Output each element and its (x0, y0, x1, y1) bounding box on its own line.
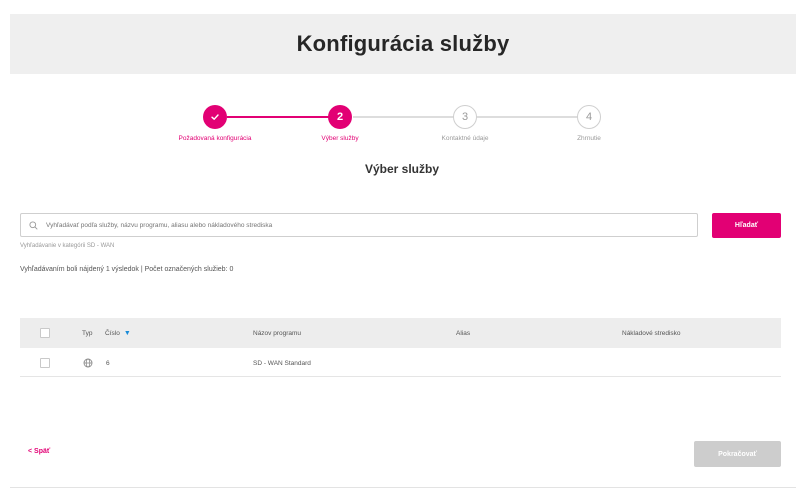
row-checkbox[interactable] (40, 358, 50, 368)
column-alias: Alias (456, 329, 471, 337)
column-type: Typ (82, 329, 93, 337)
progress-stepper: Požadovaná konfigurácia 2 Výber služby 3… (165, 100, 645, 150)
select-all-cell (40, 318, 50, 348)
search-button[interactable]: Hľadať (712, 213, 781, 238)
step-4-circle: 4 (577, 105, 601, 129)
step-1[interactable]: Požadovaná konfigurácia (165, 105, 265, 142)
search-box[interactable] (20, 213, 698, 237)
row-select-cell (40, 349, 50, 377)
step-4-label: Zhrnutie (577, 135, 601, 142)
step-2-label: Výber služby (321, 135, 359, 142)
step-4[interactable]: 4 Zhrnutie (539, 105, 639, 142)
search-input[interactable] (46, 221, 686, 229)
step-3-circle: 3 (453, 105, 477, 129)
step-1-circle (203, 105, 227, 129)
step-2-circle: 2 (328, 105, 352, 129)
search-hint: Vyhľadávanie v kategórii SD - WAN (20, 243, 115, 249)
checkmark-icon (211, 114, 219, 120)
back-link[interactable]: < Späť (28, 448, 50, 455)
globe-icon (83, 358, 93, 368)
page-title: Konfigurácia služby (296, 31, 510, 56)
column-program: Názov programu (253, 329, 302, 337)
step-3-label: Kontaktné údaje (441, 135, 489, 142)
bottom-divider (10, 487, 796, 488)
table-row[interactable]: 6 SD - WAN Standard (20, 349, 781, 377)
table-header: Typ Číslo ▼ Názov programu Alias Náklado… (20, 318, 781, 348)
results-summary: Vyhľadávaním boli nájdený 1 výsledok | P… (20, 266, 234, 273)
continue-button[interactable]: Pokračovať (694, 441, 781, 467)
row-type-cell (83, 349, 93, 377)
search-icon (29, 220, 38, 230)
step-2[interactable]: 2 Výber služby (290, 105, 390, 142)
page-header: Konfigurácia služby (10, 14, 796, 74)
row-program: SD - WAN Standard (253, 359, 311, 367)
sort-down-icon[interactable]: ▼ (124, 330, 131, 337)
column-number-label: Číslo (105, 329, 120, 337)
column-number[interactable]: Číslo ▼ (105, 318, 131, 348)
step-3[interactable]: 3 Kontaktné údaje (415, 105, 515, 142)
step-1-label: Požadovaná konfigurácia (178, 135, 252, 142)
section-title: Výber služby (364, 162, 440, 176)
column-cost-center: Nákladové stredisko (622, 329, 681, 337)
row-number: 6 (106, 359, 110, 367)
select-all-checkbox[interactable] (40, 328, 50, 338)
